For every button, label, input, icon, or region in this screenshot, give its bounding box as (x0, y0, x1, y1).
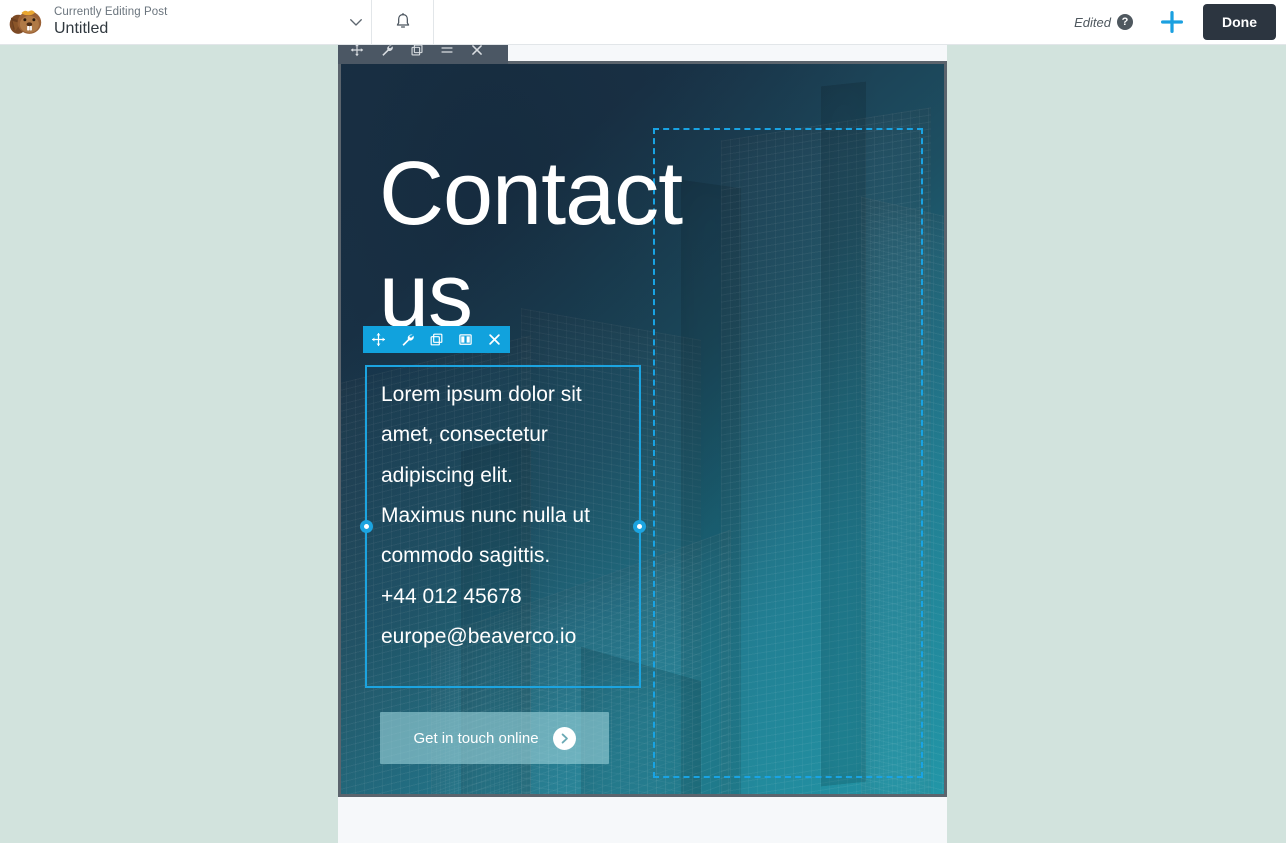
row-menu-hamburger-icon[interactable] (440, 45, 454, 57)
post-title: Untitled (54, 19, 109, 37)
cta-button[interactable]: Get in touch online (380, 712, 609, 764)
circle-arrow-right-icon (552, 726, 576, 750)
bell-icon (396, 13, 409, 28)
duplicate-row-icon[interactable] (410, 45, 424, 57)
cta-label: Get in touch online (413, 729, 539, 747)
resize-handle-left[interactable] (360, 520, 373, 533)
post-context-label: Currently Editing Post (54, 5, 168, 18)
done-button[interactable]: Done (1203, 4, 1276, 40)
admin-bar: Currently Editing Post Untitled Edited ?… (0, 0, 1286, 45)
hero-heading[interactable]: Contact us (379, 144, 719, 347)
move-module-icon[interactable] (371, 332, 386, 347)
edited-label: Edited (1074, 14, 1111, 30)
edited-status: Edited ? (1074, 14, 1133, 30)
resize-handle-right[interactable] (633, 520, 646, 533)
module-toolbar (363, 326, 510, 353)
hero-row[interactable]: Contact us Lorem ipsum dolor sit amet, c… (338, 61, 947, 797)
admin-bar-actions: Edited ? Done (1074, 0, 1286, 45)
post-meta: Currently Editing Post Untitled (54, 6, 341, 39)
text-module-content[interactable]: Lorem ipsum dolor sit amet, consectetur … (367, 367, 639, 667)
duplicate-module-icon[interactable] (429, 332, 444, 347)
editor-canvas: Contact us Lorem ipsum dolor sit amet, c… (0, 45, 1286, 843)
row-toolbar (338, 45, 508, 64)
row-settings-wrench-icon[interactable] (380, 45, 394, 57)
notifications-button[interactable] (372, 0, 434, 45)
move-row-icon[interactable] (350, 45, 364, 57)
plus-icon (1161, 11, 1183, 33)
delete-module-close-icon[interactable] (487, 332, 502, 347)
help-icon[interactable]: ? (1117, 14, 1133, 30)
column-settings-icon[interactable] (458, 332, 473, 347)
hero-content: Contact us Lorem ipsum dolor sit amet, c… (341, 64, 944, 794)
beaver-builder-logo-icon[interactable] (8, 4, 44, 40)
text-module-selected[interactable]: Lorem ipsum dolor sit amet, consectetur … (360, 365, 646, 688)
delete-row-close-icon[interactable] (470, 45, 484, 57)
brand-group: Currently Editing Post Untitled (0, 0, 372, 45)
add-content-button[interactable] (1155, 5, 1189, 39)
module-settings-wrench-icon[interactable] (400, 332, 415, 347)
post-dropdown-toggle[interactable] (341, 13, 371, 31)
chevron-down-icon (350, 19, 362, 26)
